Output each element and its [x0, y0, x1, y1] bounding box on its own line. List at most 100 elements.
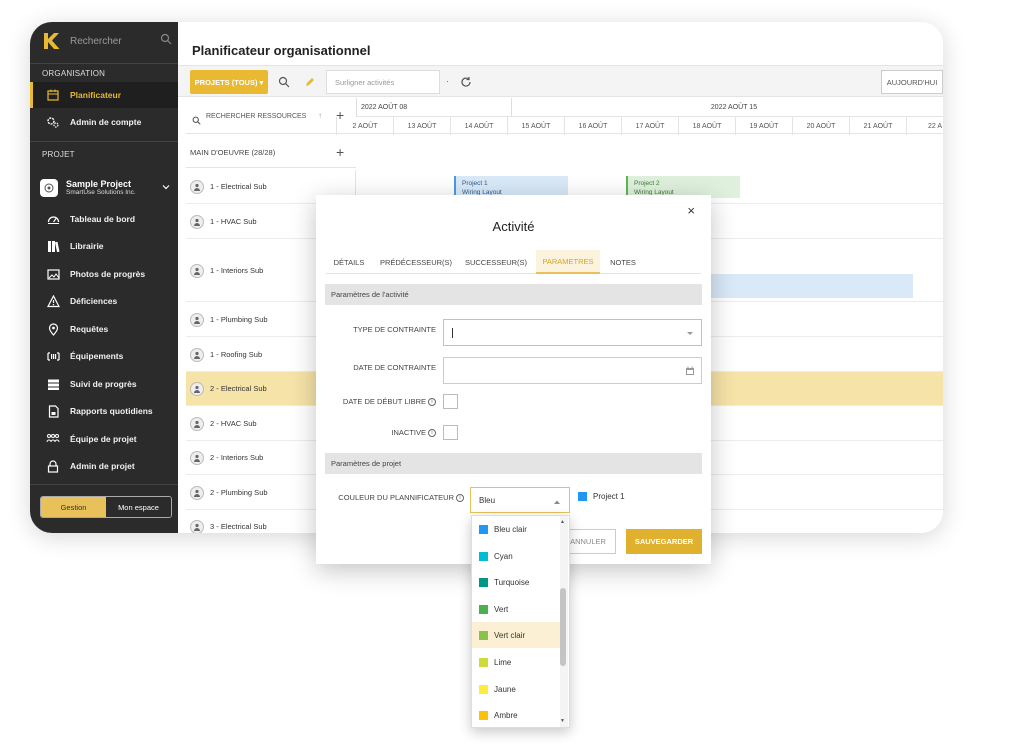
search-icon[interactable]: [160, 33, 172, 45]
color-option[interactable]: Turquoise: [472, 569, 560, 595]
section-activity-settings: Paramètres de l'activité: [325, 284, 702, 305]
info-icon: i: [428, 429, 436, 438]
color-swatch: [479, 577, 488, 587]
planner-color-select[interactable]: Bleu: [470, 487, 570, 513]
toggle-gestion[interactable]: Gestion: [41, 497, 106, 517]
preview-label: Project 1: [593, 492, 625, 501]
row-label: 1 - Electrical Sub: [210, 182, 267, 191]
week-header: 2022 AOÛT 08: [356, 98, 511, 116]
color-option[interactable]: Ambre: [472, 702, 560, 727]
section-projet: PROJET: [42, 150, 75, 159]
search-icon[interactable]: [278, 75, 290, 88]
sidebar-item-equipements[interactable]: Équipements: [30, 343, 178, 369]
day-header: 21 AOÛT: [849, 117, 906, 135]
option-label: Jaune: [494, 684, 516, 694]
sidebar-item-tableau-de-bord[interactable]: Tableau de bord: [30, 206, 178, 232]
info-icon: i: [456, 494, 464, 503]
day-header: 2 AOÛT: [336, 117, 393, 135]
color-option[interactable]: Bleu clair: [472, 516, 560, 542]
day-header: 17 AOÛT: [621, 117, 678, 135]
equipment-icon: [46, 349, 60, 363]
modal-title: Activité: [492, 219, 535, 234]
sidebar-item-rapports[interactable]: Rapports quotidiens: [30, 398, 178, 424]
dashboard-icon: [46, 212, 60, 226]
sidebar-item-photos[interactable]: Photos de progrès: [30, 261, 178, 287]
color-swatch: [479, 657, 488, 667]
resource-group-row[interactable]: MAIN D'OEUVRE (28/28) +: [186, 138, 356, 168]
divider: [30, 63, 178, 64]
search-icon: [192, 112, 201, 125]
separator-dot: ·: [446, 76, 449, 86]
tab-notes[interactable]: NOTES: [604, 250, 642, 274]
photos-icon: [46, 267, 60, 281]
row-label: 3 - Electrical Sub: [210, 522, 267, 531]
lock-icon: [46, 459, 60, 473]
refresh-icon[interactable]: [460, 75, 472, 87]
planner-color-text: COULEUR DU PLANNIFICATEUR: [338, 493, 454, 502]
tab-parametres[interactable]: PARAMETRES: [536, 250, 600, 274]
page-title: Planificateur organisationnel: [192, 43, 371, 58]
constraint-type-label: TYPE DE CONTRAINTE: [353, 325, 436, 334]
constraint-type-select[interactable]: [443, 319, 702, 346]
sort-icon[interactable]: ↑: [318, 111, 322, 120]
sidebar-item-suivi-progres[interactable]: Suivi de progrès: [30, 371, 178, 397]
sidebar-item-label: Planificateur: [70, 90, 122, 100]
scroll-up-icon[interactable]: ▲: [560, 519, 565, 525]
free-start-text: DATE DE DÉBUT LIBRE: [342, 397, 426, 406]
day-header: 18 AOÛT: [678, 117, 735, 135]
constraint-date-input[interactable]: [443, 357, 702, 384]
highlighter-icon[interactable]: [304, 75, 316, 87]
calendar-icon: [46, 88, 60, 102]
highlight-activities-input[interactable]: Surligner activités: [326, 70, 440, 94]
planner-color-label: COULEUR DU PLANNIFICATEUR i: [338, 493, 464, 503]
color-option[interactable]: Lime: [472, 649, 560, 675]
dropdown-scrollbar[interactable]: ▲ ▼: [560, 516, 568, 727]
sidebar-item-equipe[interactable]: Équipe de projet: [30, 426, 178, 452]
add-group-button[interactable]: +: [336, 144, 344, 160]
toggle-mon-espace[interactable]: Mon espace: [106, 497, 171, 517]
avatar-icon: [190, 263, 204, 278]
scrollbar-thumb[interactable]: [560, 588, 566, 666]
week-header: 2022 AOÛT 15: [511, 98, 943, 116]
tab-successeurs[interactable]: SUCCESSEUR(S): [460, 250, 532, 274]
team-icon: [46, 432, 60, 446]
sidebar-item-label: Admin de compte: [70, 117, 142, 127]
day-header: 16 AOÛT: [564, 117, 621, 135]
color-option[interactable]: Vert: [472, 596, 560, 622]
option-label: Vert clair: [494, 630, 526, 640]
close-icon[interactable]: ×: [687, 203, 695, 218]
resource-search-input[interactable]: RECHERCHER RESSOURCES: [206, 113, 306, 120]
activity-bar[interactable]: [678, 274, 913, 298]
sidebar-item-label: Suivi de progrès: [70, 379, 137, 389]
sidebar-header: Rechercher: [30, 22, 178, 62]
info-icon: i: [428, 398, 436, 407]
sidebar-search-input[interactable]: Rechercher: [70, 36, 122, 47]
tab-details[interactable]: DÉTAILS: [326, 250, 372, 274]
color-swatch: [578, 492, 587, 501]
calendar-icon[interactable]: [685, 366, 695, 376]
color-option[interactable]: Jaune: [472, 676, 560, 702]
location-pin-icon: [46, 322, 60, 336]
color-option-hovered[interactable]: Vert clair: [472, 622, 560, 648]
sidebar-item-librairie[interactable]: Librairie: [30, 233, 178, 259]
sidebar-item-requetes[interactable]: Requêtes: [30, 316, 178, 342]
sidebar-item-planificateur[interactable]: Planificateur: [30, 82, 178, 108]
project-company: SmartUse Solutions Inc.: [66, 189, 136, 196]
projects-filter-button[interactable]: PROJETS (TOUS) ▾: [190, 70, 268, 94]
save-button[interactable]: SAUVEGARDER: [626, 529, 702, 554]
color-option[interactable]: Cyan: [472, 543, 560, 569]
sidebar-item-admin-compte[interactable]: Admin de compte: [30, 109, 178, 135]
row-label: 2 - HVAC Sub: [210, 419, 257, 428]
free-start-checkbox[interactable]: [443, 394, 458, 409]
logo-icon: [42, 32, 60, 50]
sidebar-item-admin-projet[interactable]: Admin de projet: [30, 453, 178, 479]
scroll-down-icon[interactable]: ▼: [560, 718, 565, 724]
today-button[interactable]: AUJOURD'HUI: [881, 70, 943, 94]
inactive-checkbox[interactable]: [443, 425, 458, 440]
sidebar-item-deficiences[interactable]: Déficiences: [30, 288, 178, 314]
project-selector[interactable]: Sample Project SmartUse Solutions Inc.: [30, 170, 178, 206]
tab-predecesseurs[interactable]: PRÉDÉCESSEUR(S): [376, 250, 456, 274]
selected-color-value: Bleu: [479, 495, 496, 505]
sidebar-item-label: Librairie: [70, 241, 104, 251]
day-header: 15 AOÛT: [507, 117, 564, 135]
